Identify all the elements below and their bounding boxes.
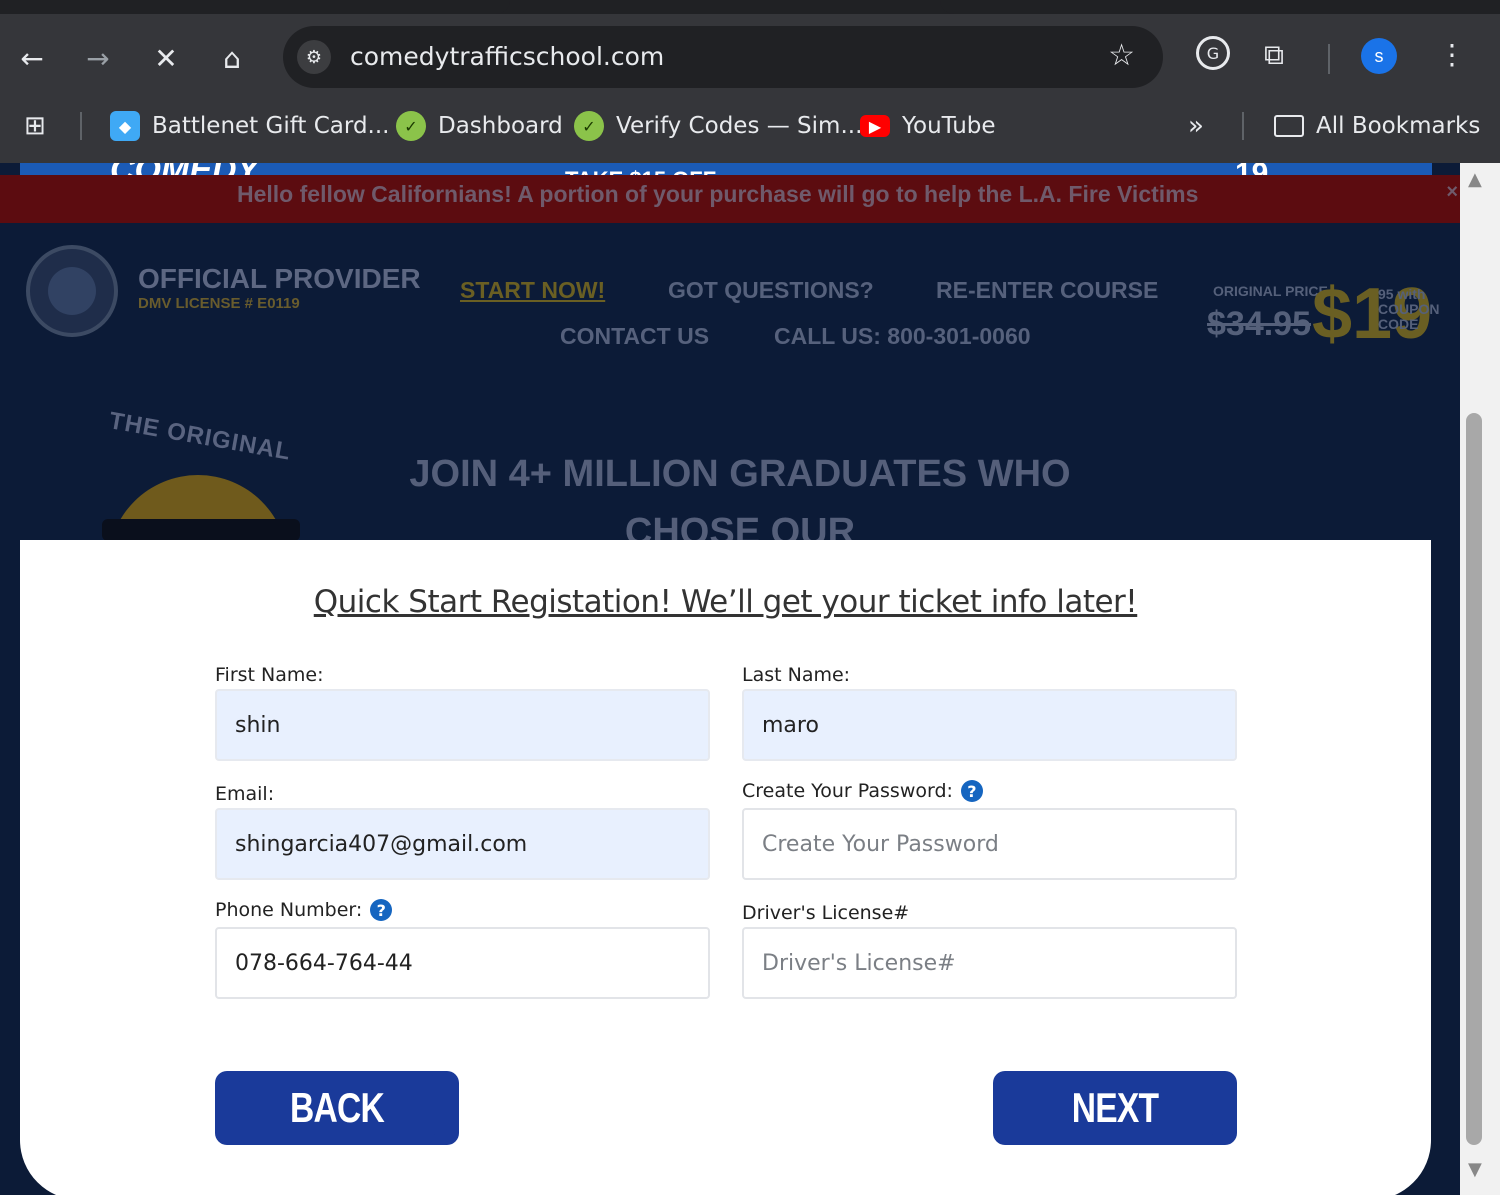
drivers-license-label: Driver's License# <box>742 902 910 924</box>
folder-icon <box>1274 115 1304 137</box>
bookmarks-divider <box>1242 112 1244 140</box>
last-name-field[interactable] <box>742 689 1237 761</box>
modal-title: Quick Start Registation! We’ll get your … <box>313 584 1138 620</box>
bookmark-youtube[interactable]: ▶ YouTube <box>860 110 996 142</box>
scrollbar[interactable]: ▲ ▼ <box>1460 163 1500 1195</box>
page-content: COMEDY TAKE $15 OFF 19 Hello fellow Cali… <box>0 163 1460 1195</box>
apps-grid-icon[interactable]: ⊞ <box>24 110 46 142</box>
scroll-down-icon[interactable]: ▼ <box>1468 1159 1482 1180</box>
toolbar: ← → ✕ ⌂ ⚙ comedytrafficschool.com ☆ G ⧉ … <box>0 14 1500 100</box>
browser-chrome: ← → ✕ ⌂ ⚙ comedytrafficschool.com ☆ G ⧉ … <box>0 0 1500 163</box>
close-icon[interactable]: ✕ <box>146 38 186 78</box>
password-field[interactable] <box>742 808 1237 880</box>
nav-contact-us[interactable]: CONTACT US <box>560 323 709 350</box>
all-bookmarks[interactable]: All Bookmarks <box>1274 110 1480 142</box>
email-field[interactable] <box>215 808 710 880</box>
tune-icon[interactable]: ⚙ <box>297 40 331 74</box>
next-button[interactable]: NEXT <box>993 1071 1237 1145</box>
the-original-tag: THE ORIGINAL <box>107 407 294 466</box>
first-name-field[interactable] <box>215 689 710 761</box>
help-icon[interactable]: ? <box>370 899 393 921</box>
bookmark-verify-codes[interactable]: ✓ Verify Codes — Sim... <box>574 110 862 142</box>
bookmarks-bar: ⊞ ◆ Battlenet Gift Card... ✓ Dashboard ✓… <box>0 100 1500 150</box>
phone-label: Phone Number: ? <box>215 899 393 921</box>
original-price: $34.95 <box>1207 305 1311 343</box>
address-bar[interactable]: ⚙ comedytrafficschool.com ☆ <box>283 26 1163 88</box>
phone-field[interactable] <box>215 927 710 999</box>
verify-logo-icon: ✓ <box>574 111 604 141</box>
nav-call-us[interactable]: CALL US: 800-301-0060 <box>774 323 1031 350</box>
mascot-sunglasses <box>102 519 300 541</box>
help-icon[interactable]: ? <box>960 780 983 802</box>
close-icon[interactable]: × <box>1446 181 1458 204</box>
notice-text: Hello fellow Californians! A portion of … <box>237 181 1199 207</box>
provider-heading: OFFICIAL PROVIDER <box>138 263 421 294</box>
password-label: Create Your Password: ? <box>742 780 983 802</box>
bookmark-label: YouTube <box>902 113 996 139</box>
nav-got-questions[interactable]: GOT QUESTIONS? <box>668 277 874 304</box>
next-button-label: NEXT <box>1017 1071 1213 1145</box>
nav-start-now[interactable]: START NOW! <box>460 277 605 304</box>
arrow-left-icon[interactable]: ← <box>12 38 52 78</box>
license-number: DMV LICENSE # E0119 <box>138 295 300 312</box>
first-name-label: First Name: <box>215 664 324 686</box>
dmv-seal-logo <box>26 245 118 337</box>
last-name-label: Last Name: <box>742 664 851 686</box>
registration-modal: Quick Start Registation! We’ll get your … <box>20 540 1431 1195</box>
chevron-double-right-icon[interactable]: » <box>1188 110 1204 142</box>
bookmark-label: Dashboard <box>438 113 563 139</box>
avatar[interactable]: s <box>1361 38 1397 74</box>
puzzle-icon[interactable]: ⧉ <box>1264 38 1284 72</box>
all-bookmarks-label: All Bookmarks <box>1316 113 1481 139</box>
youtube-icon: ▶ <box>860 115 890 137</box>
tab-strip-left <box>0 0 510 14</box>
scrollbar-thumb[interactable] <box>1466 413 1482 1145</box>
bookmarks-divider <box>80 112 82 140</box>
verify-logo-icon: ✓ <box>396 111 426 141</box>
home-icon[interactable]: ⌂ <box>212 38 252 78</box>
url-text[interactable]: comedytrafficschool.com <box>350 42 664 71</box>
back-button-label: BACK <box>239 1071 435 1145</box>
scroll-up-icon[interactable]: ▲ <box>1468 169 1482 190</box>
tab-strip-right <box>940 0 1500 14</box>
star-icon[interactable]: ☆ <box>1108 38 1135 73</box>
toolbar-divider <box>1328 44 1330 74</box>
notice-bar: Hello fellow Californians! A portion of … <box>0 175 1460 223</box>
nav-reenter-course[interactable]: RE-ENTER COURSE <box>936 277 1158 304</box>
sale-note: 95 with COUPON CODE <box>1378 286 1440 332</box>
kebab-menu-icon[interactable]: ⋮ <box>1438 38 1466 71</box>
drivers-license-field[interactable] <box>742 927 1237 999</box>
original-price-label: ORIGINAL PRICE <box>1213 283 1328 299</box>
email-label: Email: <box>215 783 275 805</box>
bookmark-label: Verify Codes — Sim... <box>616 113 863 139</box>
tab-strip <box>0 0 1500 14</box>
bookmark-battlenet[interactable]: ◆ Battlenet Gift Card... <box>110 110 389 142</box>
grammarly-icon[interactable]: G <box>1196 36 1230 70</box>
back-button[interactable]: BACK <box>215 1071 459 1145</box>
battlenet-icon: ◆ <box>110 111 140 141</box>
bookmark-label: Battlenet Gift Card... <box>152 113 390 139</box>
arrow-right-icon[interactable]: → <box>78 38 118 78</box>
bookmark-dashboard[interactable]: ✓ Dashboard <box>396 110 563 142</box>
